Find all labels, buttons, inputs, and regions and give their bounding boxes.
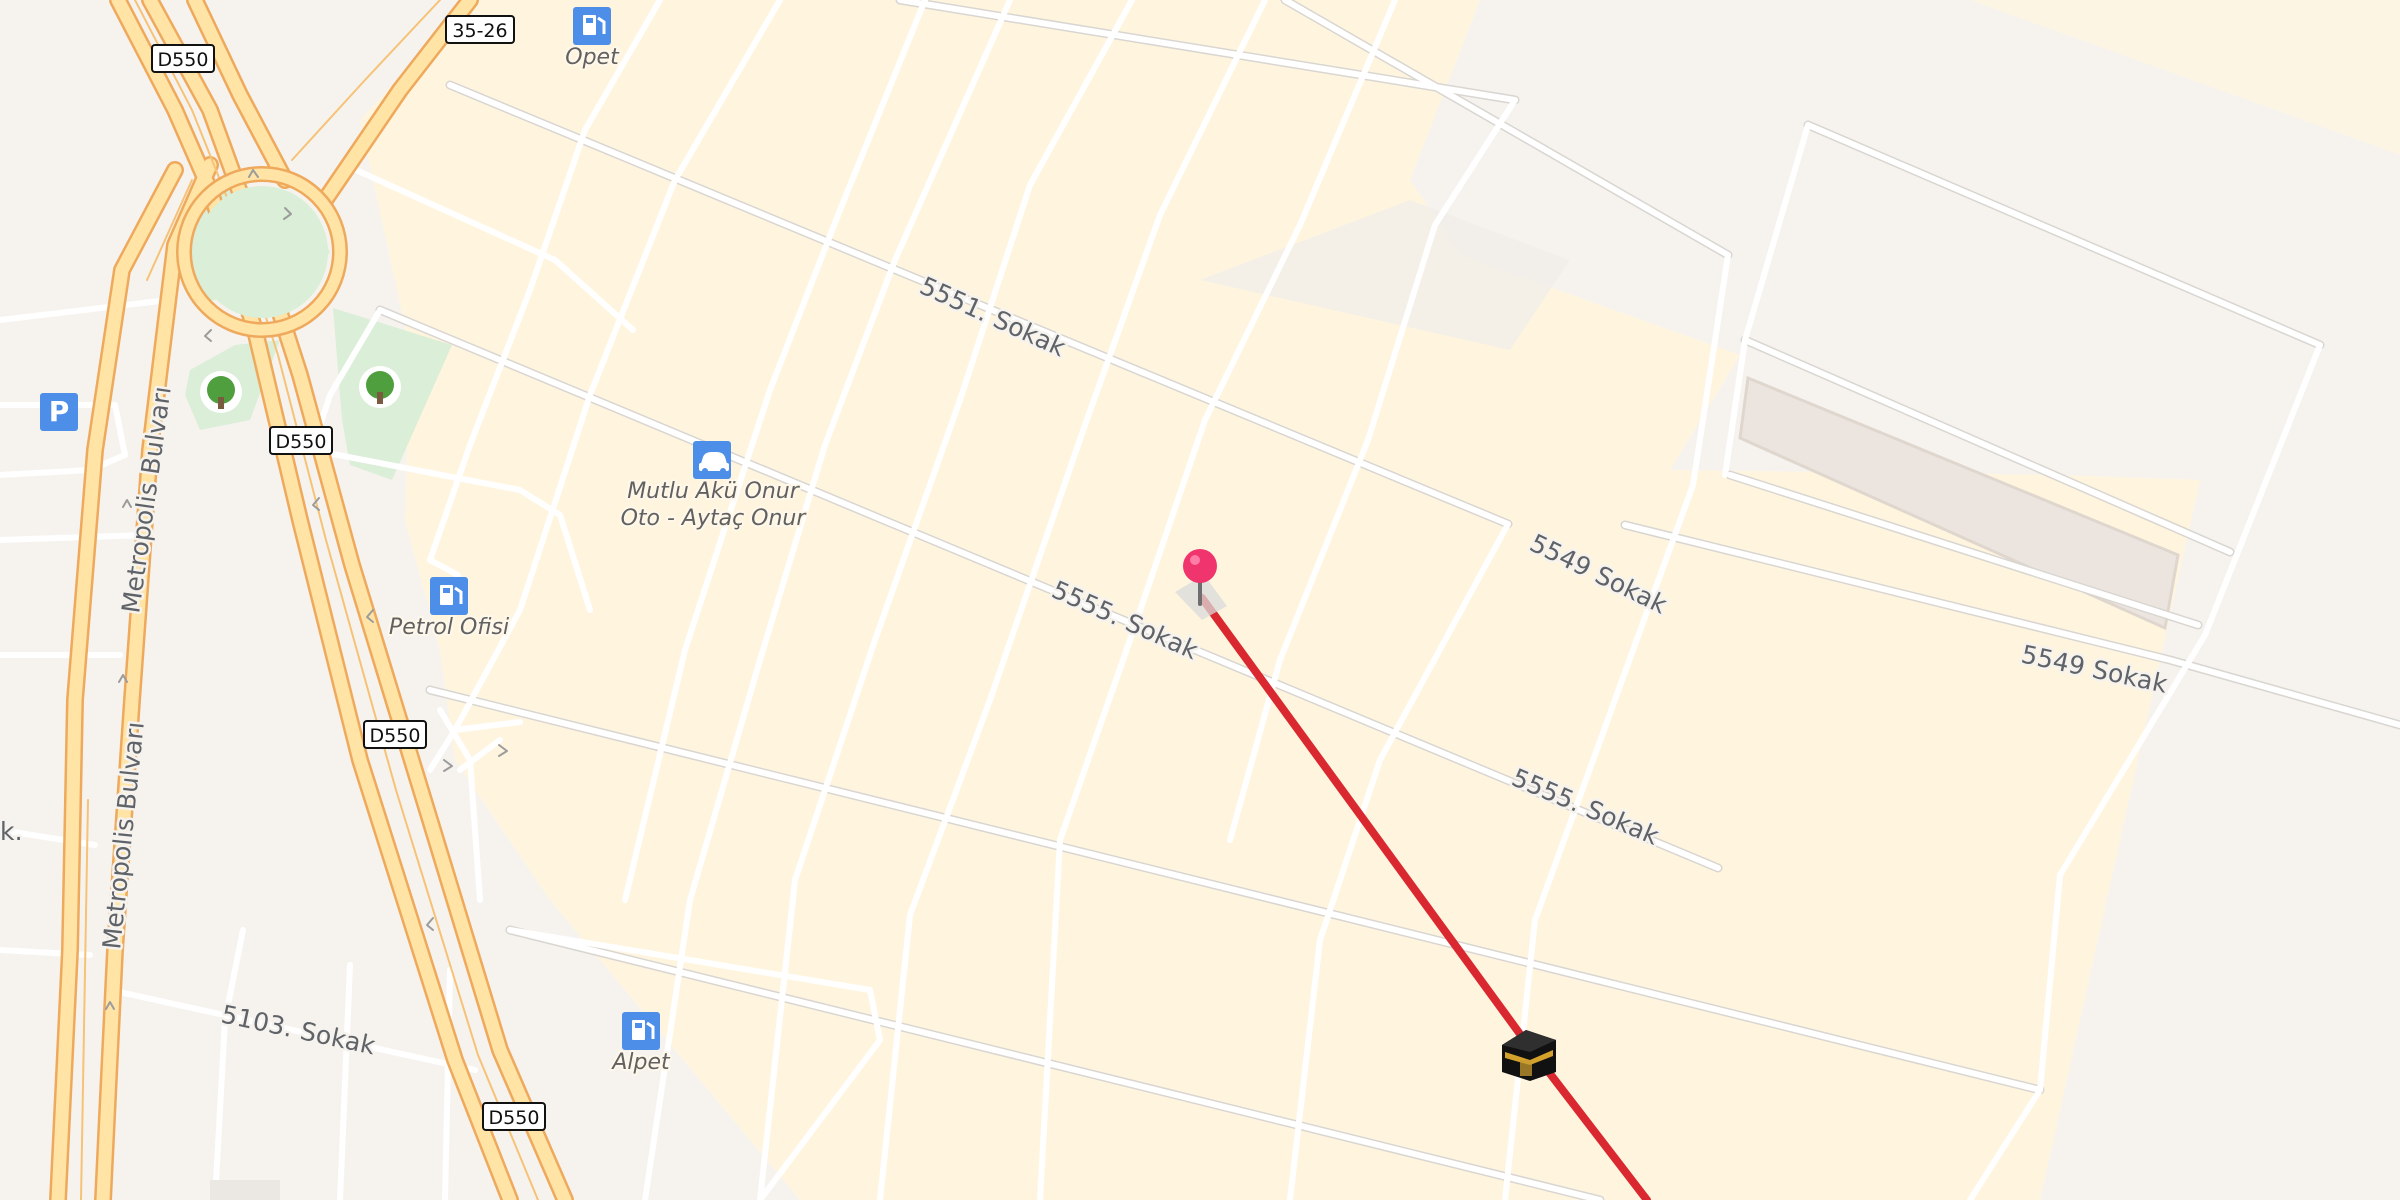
route-35-26-shield: 35-26 [445,15,515,44]
fuel-icon [622,1012,660,1050]
road-label-truncated-left: k. [0,817,23,846]
d550-shield-low-label: D550 [370,725,421,747]
d550-shield-top: D550 [151,44,215,73]
car-icon [693,441,731,479]
park-tree-marker-left[interactable] [200,371,242,413]
d550-shield-bottom: D550 [482,1102,546,1131]
poi-label-mutlu-aku-line2: Oto - Aytaç Onur [621,506,808,531]
fuel-icon [573,7,611,45]
parking-icon-letter: P [49,395,70,428]
poi-label-mutlu-aku-line1: Mutlu Akü Onur [627,479,801,504]
pin-icon [1183,549,1217,583]
map-svg[interactable]: 5551. Sokak 5555. Sokak 5555. Sokak 5549… [0,0,2400,1200]
d550-shield-low: D550 [363,720,427,749]
kaaba-icon [1520,1060,1532,1076]
poi-label-opet: Opet [565,45,620,70]
poi-label-alpet: Alpet [610,1050,671,1075]
park-tree-marker-right[interactable] [359,366,401,408]
fuel-icon [430,577,468,615]
building-partial [210,1180,280,1200]
route-35-26-label: 35-26 [452,20,507,42]
d550-shield-middle-label: D550 [276,431,327,453]
d550-shield-middle: D550 [269,426,333,455]
poi-label-petrol-ofisi: Petrol Ofisi [389,615,509,640]
roundabout[interactable] [176,166,348,338]
parking-marker[interactable]: P [40,393,78,431]
map-canvas[interactable]: 5551. Sokak 5555. Sokak 5555. Sokak 5549… [0,0,2400,1200]
d550-shield-bottom-label: D550 [489,1107,540,1129]
d550-shield-top-label: D550 [158,49,209,71]
